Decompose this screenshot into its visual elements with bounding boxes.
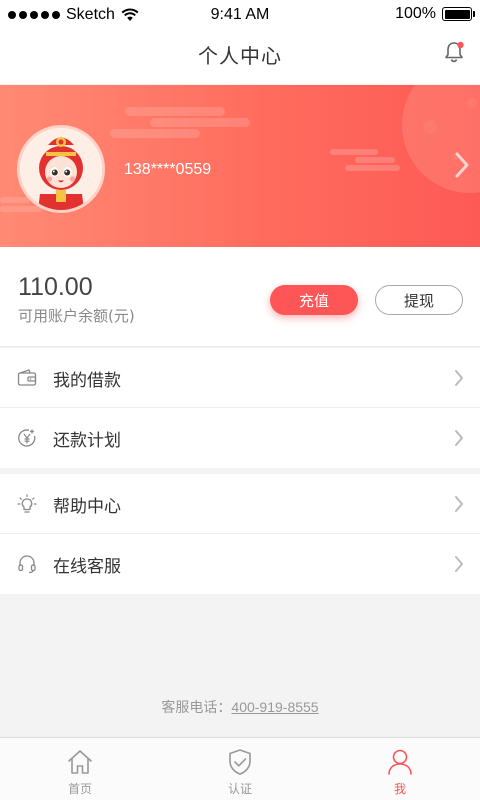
battery-percent: 100% [395, 5, 436, 22]
user-icon [388, 749, 412, 775]
tab-verify[interactable]: 认证 [160, 738, 320, 800]
tab-bar: 首页 认证 我 [0, 737, 480, 800]
home-icon [68, 750, 92, 774]
tab-label: 我 [393, 782, 406, 796]
recharge-button[interactable]: 充值 [270, 285, 358, 315]
menu-item-help-center[interactable]: 帮助中心 [0, 474, 480, 534]
shield-check-icon [229, 749, 251, 775]
menu-item-my-loans[interactable]: 我的借款 [0, 348, 480, 408]
tab-me[interactable]: 我 [320, 738, 480, 800]
mascot-avatar-icon [20, 128, 102, 210]
phone-number: 138****0559 [124, 161, 212, 178]
chevron-right-icon [455, 496, 463, 512]
status-bar: Sketch 9:41 AM 100% [0, 0, 480, 30]
hotline-label: 客服电话： [161, 700, 232, 716]
menu-item-repayment-plan[interactable]: 还款计划 [0, 408, 480, 468]
menu-group-loans: 我的借款 还款计划 [0, 348, 480, 468]
withdraw-button[interactable]: 提现 [375, 285, 463, 315]
menu-group-support: 帮助中心 在线客服 [0, 474, 480, 594]
tab-label: 首页 [67, 782, 92, 796]
chevron-right-icon[interactable] [454, 151, 470, 179]
hotline-number-link[interactable]: 400-919-8555 [231, 699, 318, 715]
balance-label: 可用账户余额(元) [18, 307, 135, 325]
status-right: 100% [395, 5, 475, 23]
tab-home[interactable]: 首页 [0, 738, 160, 800]
menu-label: 我的借款 [53, 371, 121, 391]
menu-label: 还款计划 [53, 431, 121, 451]
headset-icon [18, 555, 36, 574]
wallet-icon [17, 369, 37, 386]
chevron-right-icon [455, 370, 463, 386]
menu-item-online-service[interactable]: 在线客服 [0, 534, 480, 594]
tab-label: 认证 [227, 782, 252, 796]
service-hotline: 客服电话：400-919-8555 [0, 697, 480, 717]
chevron-right-icon [455, 430, 463, 446]
profile-banner[interactable]: 138****0559 [0, 85, 480, 247]
menu-label: 帮助中心 [53, 497, 121, 517]
page-title: 个人中心 [198, 44, 282, 68]
chevron-right-icon [455, 556, 463, 572]
lightbulb-icon [17, 494, 37, 513]
yen-coin-icon [18, 429, 36, 447]
balance-card: 110.00 可用账户余额(元) 充值 提现 [0, 247, 480, 347]
menu-label: 在线客服 [53, 557, 121, 577]
nav-bar: 个人中心 [0, 30, 480, 84]
avatar[interactable] [17, 125, 105, 213]
bell-icon[interactable] [442, 40, 466, 64]
balance-amount: 110.00 [18, 273, 93, 301]
battery-icon [442, 7, 475, 21]
